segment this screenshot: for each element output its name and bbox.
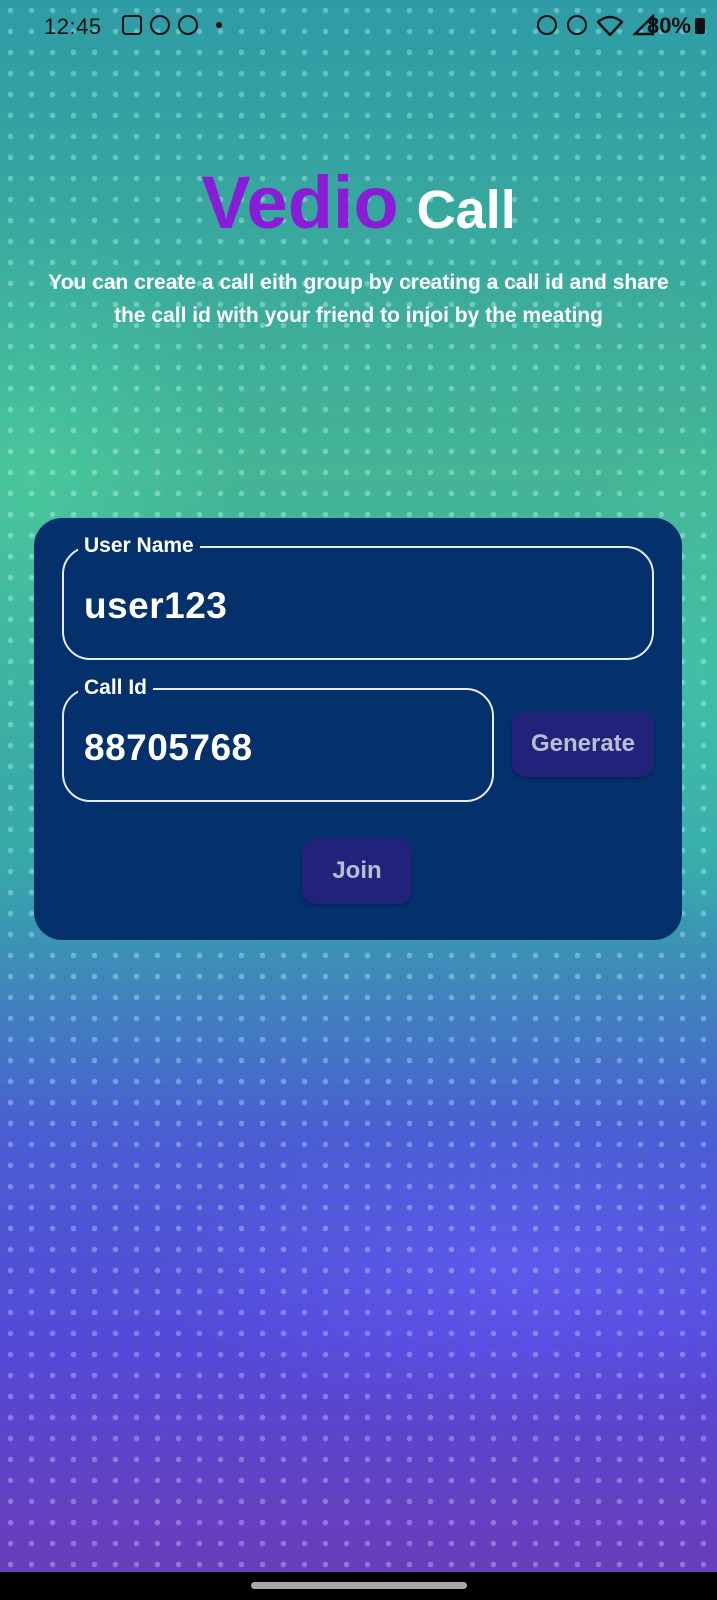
gallery-icon [122, 15, 142, 35]
status-time: 12:45 [44, 14, 102, 39]
username-input[interactable]: user123 [84, 586, 227, 626]
alarm-icon [537, 15, 557, 35]
join-button[interactable]: Join [302, 838, 412, 904]
generate-button[interactable]: Generate [512, 711, 654, 777]
battery-icon [695, 18, 705, 34]
app-description: You can create a call eith group by crea… [48, 271, 669, 327]
status-bar: 12:45 80% [0, 0, 717, 52]
navigation-bar [0, 1572, 717, 1600]
wifi-icon [597, 15, 623, 36]
more-notifications-dot-icon [216, 22, 222, 28]
data-saver-icon [567, 15, 587, 35]
screen-record-icon [150, 15, 170, 35]
join-call-card: User Name user123 Call Id 88705768 Gener… [34, 518, 682, 940]
home-gesture-handle[interactable] [251, 1582, 467, 1589]
app-title-vedio: Vedio [201, 161, 399, 244]
battery-percent: 80% [646, 13, 691, 38]
call-id-input[interactable]: 88705768 [84, 728, 253, 768]
app-screen: 12:45 80% Vedio Call You can create a cal… [0, 0, 717, 1572]
app-title: Vedio Call [0, 160, 717, 245]
call-id-label: Call Id [78, 676, 154, 700]
call-id-field[interactable]: Call Id 88705768 [62, 676, 494, 802]
notification-icons [122, 15, 222, 35]
app-title-call: Call [416, 180, 516, 240]
username-label: User Name [78, 534, 200, 558]
chat-icon [178, 15, 198, 35]
username-field[interactable]: User Name user123 [62, 534, 654, 660]
system-icons [537, 14, 655, 36]
